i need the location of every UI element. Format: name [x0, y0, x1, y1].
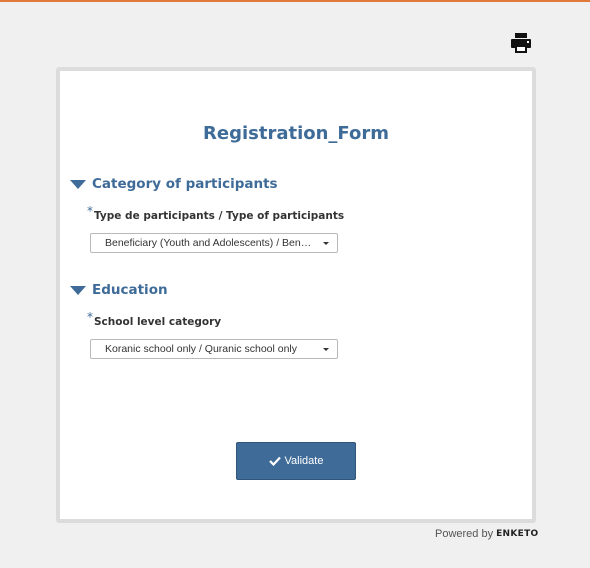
- chevron-down-icon: [323, 242, 329, 245]
- question-label-text: Type de participants / Type of participa…: [94, 210, 345, 222]
- school-level-category-select[interactable]: Koranic school only / Quranic school onl…: [90, 339, 338, 359]
- printer-icon: [511, 33, 531, 53]
- powered-by-text: Powered by: [435, 528, 494, 540]
- enketo-logo[interactable]: ENKETO: [496, 529, 538, 539]
- caret-down-icon: [70, 286, 86, 295]
- group-label: Education: [92, 282, 168, 298]
- question-label-school-level-category: *School level category: [87, 310, 222, 328]
- check-icon: [268, 456, 281, 466]
- form-title: Registration_Form: [203, 123, 389, 144]
- print-button[interactable]: [509, 31, 533, 55]
- question-label-text: School level category: [94, 316, 222, 328]
- type-of-participants-select[interactable]: Beneficiary (Youth and Adolescents) / Be…: [90, 233, 338, 253]
- form-card: Registration_Form Category of participan…: [56, 67, 536, 523]
- validate-label: Validate: [284, 455, 324, 467]
- select-value: Beneficiary (Youth and Adolescents) / Be…: [105, 237, 317, 249]
- chevron-down-icon: [323, 348, 329, 351]
- validate-button[interactable]: Validate: [236, 442, 356, 480]
- group-header-category-of-participants[interactable]: Category of participants: [70, 174, 278, 194]
- group-header-education[interactable]: Education: [70, 280, 168, 300]
- question-label-type-of-participants: *Type de participants / Type of particip…: [87, 204, 345, 222]
- powered-by-footer: Powered by ENKETO: [435, 528, 539, 540]
- select-value: Koranic school only / Quranic school onl…: [105, 343, 298, 355]
- caret-down-icon: [70, 180, 86, 189]
- top-accent-bar: [0, 0, 590, 2]
- required-mark: *: [87, 310, 93, 324]
- group-label: Category of participants: [92, 176, 278, 192]
- required-mark: *: [87, 204, 93, 218]
